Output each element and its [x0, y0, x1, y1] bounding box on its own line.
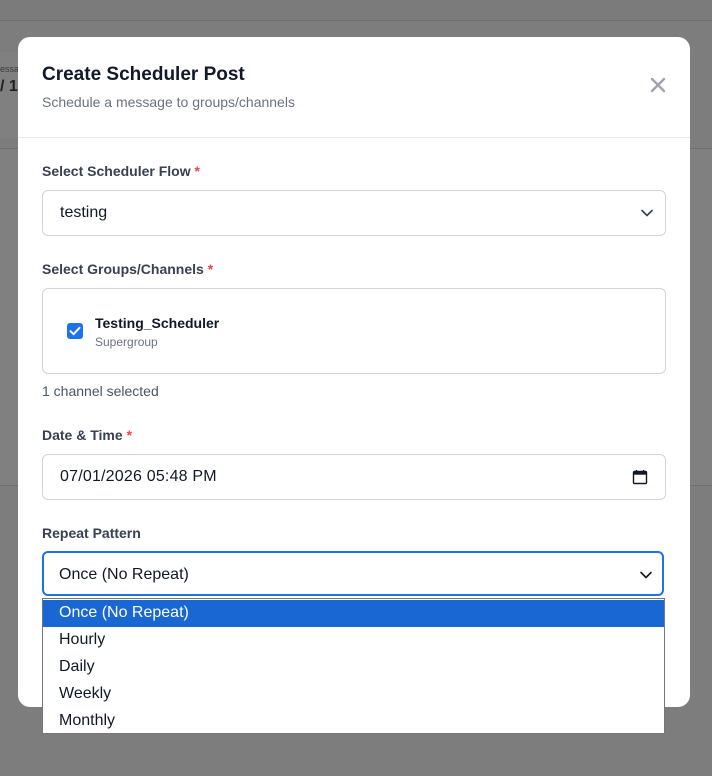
group-type: Supergroup [95, 335, 158, 349]
date-time-label: Date & Time * [42, 427, 132, 443]
date-time-input[interactable]: 07/01/2026 05:48 PM [42, 454, 666, 500]
close-button[interactable] [646, 73, 670, 97]
repeat-option-label: Monthly [59, 712, 116, 729]
repeat-pattern-value: Once (No Repeat) [59, 566, 189, 583]
repeat-option-daily[interactable]: Daily [43, 654, 664, 681]
repeat-pattern-select[interactable]: Once (No Repeat) [42, 551, 664, 596]
repeat-option-hourly[interactable]: Hourly [43, 627, 664, 654]
selected-count: 1 channel selected [42, 383, 159, 399]
chevron-down-icon [641, 209, 653, 217]
checkmark-icon [69, 326, 81, 336]
scheduler-flow-label-text: Select Scheduler Flow [42, 163, 191, 179]
modal-header: Create Scheduler Post Schedule a message… [18, 37, 690, 138]
scheduler-flow-label: Select Scheduler Flow * [42, 163, 200, 179]
repeat-option-label: Hourly [59, 631, 106, 648]
date-time-value: 07/01/2026 05:48 PM [60, 468, 217, 485]
repeat-pattern-label: Repeat Pattern [42, 525, 141, 541]
date-time-label-text: Date & Time [42, 427, 123, 443]
repeat-option-weekly[interactable]: Weekly [43, 681, 664, 708]
group-name: Testing_Scheduler [95, 315, 220, 331]
required-mark: * [207, 261, 214, 277]
repeat-pattern-dropdown: Once (No Repeat) Hourly Daily Weekly Mon… [42, 598, 665, 734]
required-mark: * [194, 163, 200, 179]
repeat-option-label: Weekly [59, 685, 112, 702]
groups-channels-list: Testing_Scheduler Supergroup [42, 288, 666, 374]
modal-subtitle: Schedule a message to groups/channels [42, 94, 295, 110]
scheduler-flow-select[interactable]: testing [42, 190, 666, 236]
chevron-down-icon [640, 571, 652, 579]
background-card-label: essa [0, 64, 20, 74]
group-checkbox[interactable] [67, 323, 83, 339]
background-card-value: / 1 [0, 78, 18, 95]
repeat-option-once[interactable]: Once (No Repeat) [43, 600, 664, 627]
close-icon [650, 77, 666, 93]
groups-channels-label: Select Groups/Channels * [42, 261, 213, 277]
modal-title: Create Scheduler Post [42, 64, 245, 85]
groups-channels-label-text: Select Groups/Channels [42, 261, 204, 277]
background-topbar [0, 0, 712, 21]
calendar-icon[interactable] [632, 469, 648, 485]
repeat-option-label: Daily [59, 658, 95, 675]
repeat-option-monthly[interactable]: Monthly [43, 708, 664, 733]
required-mark: * [126, 427, 133, 443]
repeat-option-label: Once (No Repeat) [59, 604, 189, 621]
scheduler-flow-value: testing [60, 204, 108, 221]
